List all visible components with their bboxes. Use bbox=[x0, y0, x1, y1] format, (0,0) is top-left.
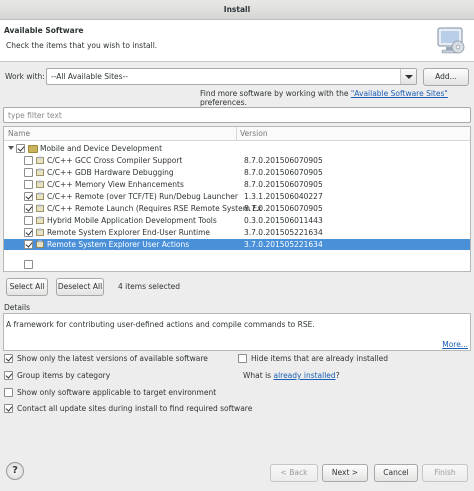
table-header: Name Version bbox=[4, 127, 470, 141]
option-label: Hide items that are already installed bbox=[251, 354, 389, 363]
chevron-down-icon[interactable] bbox=[400, 69, 416, 84]
work-with-label: Work with: bbox=[5, 72, 45, 81]
software-tree-table[interactable]: Name Version Mobile and Device Developme… bbox=[3, 126, 471, 272]
install-wizard-icon bbox=[437, 27, 465, 54]
table-row[interactable]: C/C++ Remote (over TCF/TE) Run/Debug Lau… bbox=[4, 191, 470, 202]
row-name: C/C++ Memory View Enhancements bbox=[47, 180, 184, 189]
page-title: Available Software bbox=[4, 26, 84, 35]
option-label: Show only software applicable to target … bbox=[17, 388, 217, 397]
details-panel: A framework for contributing user-define… bbox=[3, 313, 471, 351]
hint-prefix: Find more software by working with the bbox=[200, 89, 351, 98]
row-version: 8.7.0.201506070905 bbox=[244, 168, 323, 177]
page-description: Check the items that you wish to install… bbox=[6, 41, 158, 50]
finish-button[interactable]: Finish bbox=[422, 464, 468, 482]
package-icon bbox=[36, 240, 44, 248]
package-icon bbox=[36, 180, 44, 188]
window-title: Install bbox=[0, 0, 474, 20]
row-checkbox[interactable] bbox=[24, 192, 33, 201]
work-with-combo[interactable]: --All Available Sites-- bbox=[46, 68, 417, 85]
package-icon bbox=[36, 216, 44, 224]
expander-icon[interactable] bbox=[8, 146, 14, 150]
help-icon[interactable]: ? bbox=[6, 462, 24, 480]
available-sites-link[interactable]: "Available Software Sites" bbox=[351, 89, 448, 98]
row-checkbox[interactable] bbox=[24, 216, 33, 225]
row-checkbox[interactable] bbox=[24, 168, 33, 177]
next-button[interactable]: Next > bbox=[322, 464, 368, 482]
row-checkbox[interactable] bbox=[24, 156, 33, 165]
category-icon bbox=[28, 145, 38, 153]
table-row[interactable]: Mobile and Device Development bbox=[4, 143, 470, 154]
deselect-all-button[interactable]: Deselect All bbox=[56, 278, 104, 296]
column-header-version[interactable]: Version bbox=[240, 129, 268, 138]
table-row[interactable]: Hybrid Mobile Application Development To… bbox=[4, 215, 470, 226]
row-version: 8.7.0.201506070905 bbox=[244, 180, 323, 189]
row-name: Remote System Explorer User Actions bbox=[47, 240, 190, 249]
row-checkbox[interactable] bbox=[24, 240, 33, 249]
hint-suffix: preferences. bbox=[200, 98, 247, 107]
table-row-selected[interactable]: Remote System Explorer User Actions 3.7.… bbox=[4, 239, 470, 250]
option-checkbox[interactable] bbox=[4, 354, 13, 363]
row-checkbox[interactable] bbox=[24, 204, 33, 213]
available-sites-hint: Find more software by working with the "… bbox=[200, 89, 474, 107]
filter-placeholder: type filter text bbox=[8, 111, 62, 120]
row-checkbox[interactable] bbox=[24, 228, 33, 237]
package-icon bbox=[36, 156, 44, 164]
option-label: Group items by category bbox=[17, 371, 111, 380]
package-icon bbox=[36, 204, 44, 212]
row-version: 3.7.0.201505221634 bbox=[244, 240, 323, 249]
filter-input[interactable]: type filter text bbox=[3, 107, 471, 123]
package-icon bbox=[36, 168, 44, 176]
row-name: C/C++ Remote Launch (Requires RSE Remote… bbox=[47, 204, 262, 213]
table-row[interactable]: Remote System Explorer End-User Runtime … bbox=[4, 227, 470, 238]
what-is-suffix: ? bbox=[335, 371, 340, 380]
what-is-text: What is already installed? bbox=[243, 371, 340, 380]
row-name: C/C++ GDB Hardware Debugging bbox=[47, 168, 174, 177]
row-name: Remote System Explorer End-User Runtime bbox=[47, 228, 211, 237]
package-icon bbox=[36, 192, 44, 200]
row-name: Mobile and Device Development bbox=[40, 144, 163, 153]
work-with-value: --All Available Sites-- bbox=[51, 72, 128, 81]
table-row[interactable]: C/C++ GDB Hardware Debugging 8.7.0.20150… bbox=[4, 167, 470, 178]
option-checkbox[interactable] bbox=[4, 388, 13, 397]
table-row-partial[interactable] bbox=[4, 251, 470, 269]
option-checkbox[interactable] bbox=[4, 404, 13, 413]
what-is-prefix: What is bbox=[243, 371, 274, 380]
select-all-button[interactable]: Select All bbox=[6, 278, 48, 296]
selected-count: 4 items selected bbox=[118, 282, 181, 291]
package-icon bbox=[36, 228, 44, 236]
column-header-name[interactable]: Name bbox=[8, 129, 30, 138]
option-label: Contact all update sites during install … bbox=[17, 404, 253, 413]
row-checkbox[interactable] bbox=[24, 180, 33, 189]
table-row[interactable]: C/C++ Remote Launch (Requires RSE Remote… bbox=[4, 203, 470, 214]
option-label: Show only the latest versions of availab… bbox=[17, 354, 208, 363]
details-label: Details bbox=[4, 303, 31, 312]
back-button[interactable]: < Back bbox=[270, 464, 318, 482]
row-version: 8.7.0.201506070905 bbox=[244, 204, 323, 213]
row-version: 8.7.0.201506070905 bbox=[244, 156, 323, 165]
table-row[interactable]: C/C++ Memory View Enhancements 8.7.0.201… bbox=[4, 179, 470, 190]
row-version: 1.3.1.201506040227 bbox=[244, 192, 323, 201]
row-checkbox[interactable] bbox=[16, 144, 25, 153]
add-button[interactable]: Add... bbox=[423, 68, 469, 86]
row-checkbox[interactable] bbox=[24, 260, 33, 269]
row-name: C/C++ Remote (over TCF/TE) Run/Debug Lau… bbox=[47, 192, 238, 201]
more-link[interactable]: More... bbox=[442, 340, 468, 349]
already-installed-link[interactable]: already installed bbox=[273, 371, 335, 380]
table-row[interactable]: C/C++ GCC Cross Compiler Support 8.7.0.2… bbox=[4, 155, 470, 166]
row-version: 3.7.0.201505221634 bbox=[244, 228, 323, 237]
column-divider bbox=[236, 127, 237, 141]
details-text: A framework for contributing user-define… bbox=[6, 320, 315, 329]
row-name: C/C++ GCC Cross Compiler Support bbox=[47, 156, 183, 165]
wizard-header: Available Software Check the items that … bbox=[0, 20, 474, 62]
option-checkbox[interactable] bbox=[4, 371, 13, 380]
row-name: Hybrid Mobile Application Development To… bbox=[47, 216, 217, 225]
option-checkbox[interactable] bbox=[238, 354, 247, 363]
row-version: 0.3.0.201506011443 bbox=[244, 216, 323, 225]
cancel-button[interactable]: Cancel bbox=[374, 464, 418, 482]
